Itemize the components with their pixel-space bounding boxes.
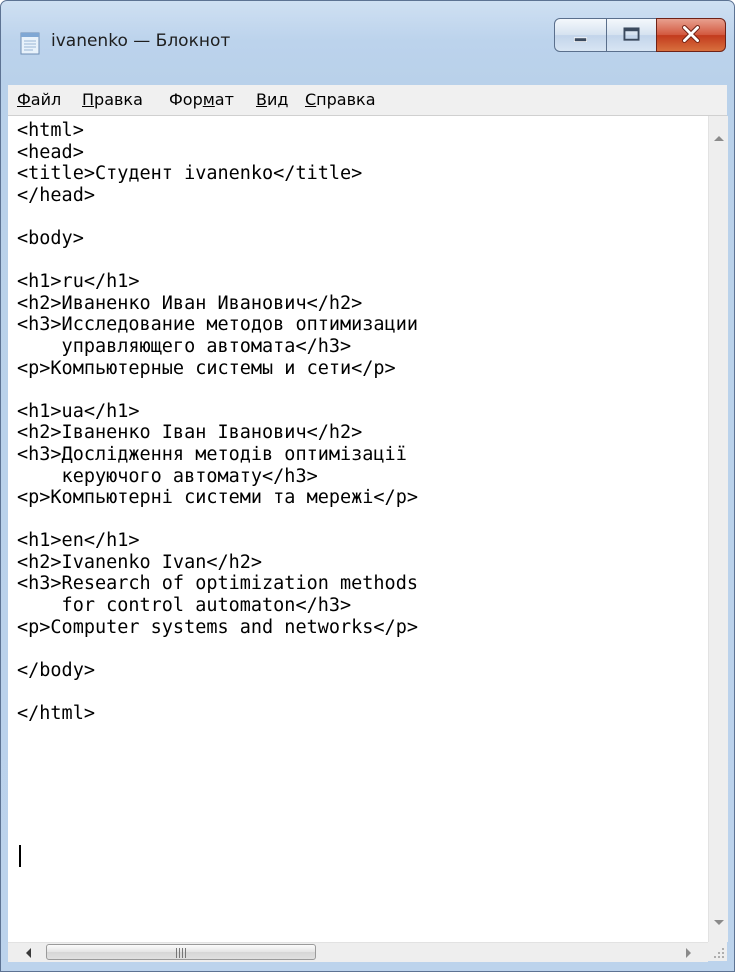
window-title: ivanenko — Блокнот: [51, 31, 231, 51]
vertical-scrollbar[interactable]: [708, 116, 728, 942]
horizontal-scrollbar[interactable]: [8, 942, 708, 962]
maximize-icon: [623, 27, 640, 41]
menu-bar: Файл Правка Формат Вид Справка: [8, 85, 727, 116]
menu-view[interactable]: Вид: [256, 90, 288, 109]
scroll-right-icon[interactable]: [686, 948, 691, 958]
notepad-window: ivanenko — Блокнот Файл Правка Формат Ви…: [0, 0, 735, 972]
horizontal-scroll-thumb[interactable]: [46, 944, 316, 960]
minimize-icon: [574, 37, 587, 42]
notepad-icon[interactable]: [17, 30, 43, 56]
title-bar[interactable]: ivanenko — Блокнот: [1, 1, 734, 71]
scroll-left-icon[interactable]: [26, 948, 31, 958]
menu-format[interactable]: Формат: [169, 90, 234, 109]
menu-edit[interactable]: Правка: [82, 90, 143, 109]
menu-help[interactable]: Справка: [305, 90, 376, 109]
resize-grip-icon: [714, 948, 724, 958]
scroll-down-icon[interactable]: [714, 920, 724, 925]
scroll-up-icon[interactable]: [714, 136, 724, 141]
minimize-button[interactable]: [554, 18, 607, 52]
maximize-button[interactable]: [606, 18, 657, 52]
text-editor[interactable]: <html> <head> <title>Студент ivanenko</t…: [8, 115, 728, 962]
close-button[interactable]: [656, 18, 726, 52]
resize-grip[interactable]: [708, 942, 727, 961]
text-caret: [19, 845, 21, 867]
menu-file[interactable]: Файл: [17, 90, 61, 109]
editor-text[interactable]: <html> <head> <title>Студент ivanenko</t…: [17, 120, 418, 725]
close-icon: [682, 25, 700, 43]
grip-icon: [176, 948, 186, 958]
